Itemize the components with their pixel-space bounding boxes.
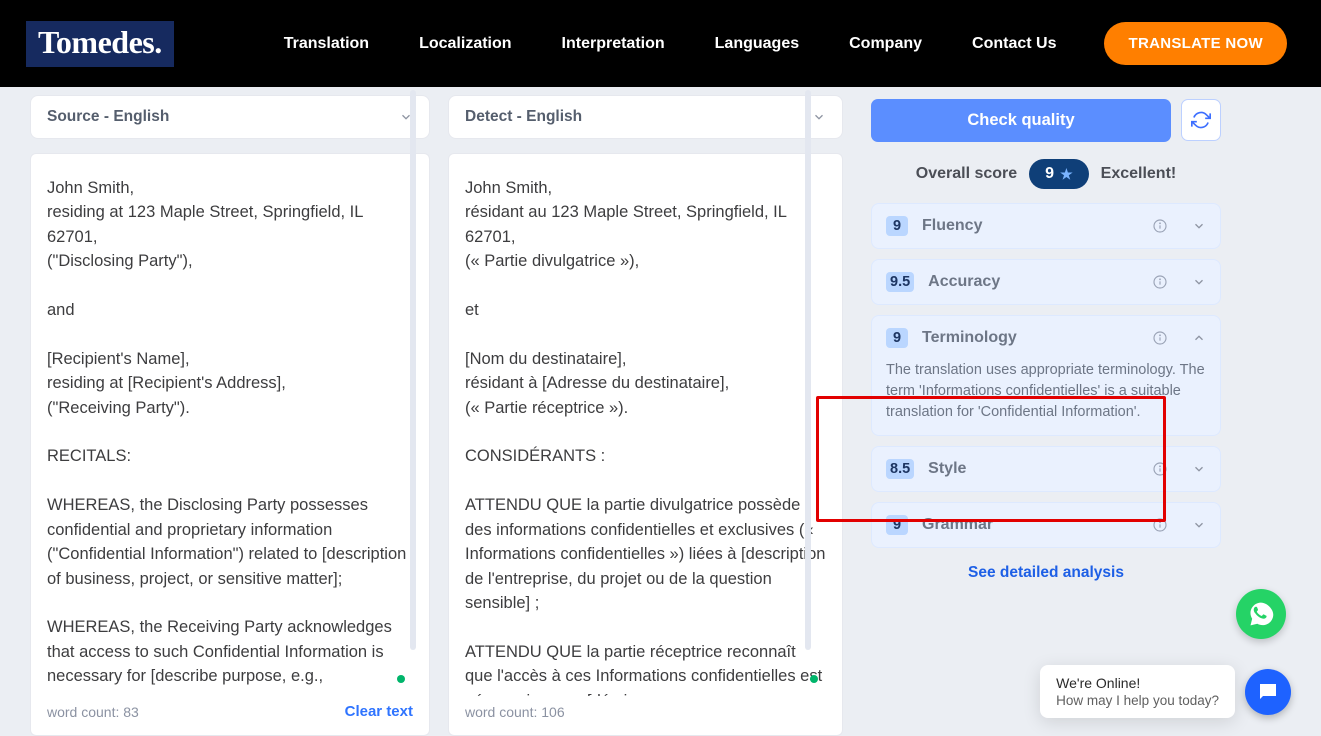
metric-terminology[interactable]: 9 Terminology The translation uses appro… (871, 315, 1221, 436)
chevron-down-icon[interactable] (1192, 518, 1206, 532)
target-textbox[interactable]: John Smith, résidant au 123 Maple Street… (448, 153, 843, 736)
chevron-down-icon[interactable] (1192, 275, 1206, 289)
metric-fluency[interactable]: 9 Fluency (871, 203, 1221, 249)
source-word-count: word count: 83 (47, 702, 139, 723)
metric-grammar[interactable]: 9 Grammar (871, 502, 1221, 548)
metric-score: 8.5 (886, 459, 914, 479)
info-icon[interactable] (1152, 330, 1168, 346)
status-dot-icon (810, 675, 818, 683)
overall-score-label: Overall score (916, 165, 1017, 183)
translate-now-button[interactable]: TRANSLATE NOW (1104, 22, 1286, 65)
divider-scroll-2 (805, 90, 811, 650)
refresh-button[interactable] (1181, 99, 1221, 141)
chevron-down-icon[interactable] (1192, 219, 1206, 233)
metric-name: Grammar (922, 516, 1138, 534)
status-dot-icon (397, 675, 405, 683)
chat-bubble[interactable]: We're Online! How may I help you today? (1040, 665, 1235, 718)
target-word-count: word count: 106 (465, 702, 565, 723)
overall-score-pill: 9 ★ (1029, 159, 1088, 189)
whatsapp-button[interactable] (1236, 589, 1286, 639)
info-icon[interactable] (1152, 517, 1168, 533)
source-language-label: Source - English (47, 108, 169, 126)
chevron-down-icon[interactable] (1192, 462, 1206, 476)
main-nav: Translation Localization Interpretation … (284, 35, 1057, 53)
source-text-content[interactable]: John Smith, residing at 123 Maple Street… (47, 176, 413, 696)
site-header: Tomedes. Translation Localization Interp… (0, 0, 1321, 87)
brand-logo[interactable]: Tomedes. (26, 21, 174, 67)
whatsapp-icon (1247, 600, 1275, 628)
overall-score-row: Overall score 9 ★ Excellent! (871, 159, 1221, 189)
info-icon[interactable] (1152, 218, 1168, 234)
source-column: Source - English John Smith, residing at… (30, 95, 430, 736)
target-text-content[interactable]: John Smith, résidant au 123 Maple Street… (465, 176, 826, 696)
chat-icon (1256, 680, 1280, 704)
chat-title: We're Online! (1056, 675, 1219, 691)
source-language-select[interactable]: Source - English (30, 95, 430, 139)
metric-accuracy[interactable]: 9.5 Accuracy (871, 259, 1221, 305)
check-quality-button[interactable]: Check quality (871, 99, 1171, 142)
chat-subtitle: How may I help you today? (1056, 693, 1219, 708)
nav-interpretation[interactable]: Interpretation (562, 35, 665, 53)
star-icon: ★ (1060, 166, 1073, 183)
nav-localization[interactable]: Localization (419, 35, 511, 53)
check-quality-row: Check quality (871, 99, 1221, 142)
target-footer: word count: 106 (465, 702, 826, 723)
chevron-up-icon[interactable] (1192, 331, 1206, 345)
metric-score: 9 (886, 216, 908, 236)
metric-name: Accuracy (928, 273, 1138, 291)
metric-score: 9 (886, 328, 908, 348)
chevron-down-icon (812, 110, 826, 124)
metric-body: The translation uses appropriate termino… (886, 360, 1206, 423)
nav-contact[interactable]: Contact Us (972, 35, 1056, 53)
divider-scroll-1 (410, 90, 416, 650)
metric-style[interactable]: 8.5 Style (871, 446, 1221, 492)
info-icon[interactable] (1152, 461, 1168, 477)
nav-translation[interactable]: Translation (284, 35, 369, 53)
source-textbox[interactable]: John Smith, residing at 123 Maple Street… (30, 153, 430, 736)
metric-name: Terminology (922, 329, 1138, 347)
metric-name: Style (928, 460, 1138, 478)
overall-score-value: 9 (1045, 165, 1054, 183)
see-detailed-analysis-link[interactable]: See detailed analysis (871, 564, 1221, 582)
metric-score: 9 (886, 515, 908, 535)
metrics-list: 9 Fluency 9.5 Accuracy 9 Terminology (871, 203, 1221, 548)
metric-score: 9.5 (886, 272, 914, 292)
main-area: Source - English John Smith, residing at… (0, 87, 1321, 736)
source-footer: word count: 83 Clear text (47, 701, 413, 723)
chat-open-button[interactable] (1245, 669, 1291, 715)
overall-score-text: Excellent! (1101, 165, 1177, 183)
clear-text-button[interactable]: Clear text (345, 701, 413, 723)
info-icon[interactable] (1152, 274, 1168, 290)
refresh-icon (1191, 110, 1211, 130)
nav-languages[interactable]: Languages (715, 35, 799, 53)
nav-company[interactable]: Company (849, 35, 922, 53)
target-column: Detect - English John Smith, résidant au… (448, 95, 843, 736)
target-language-label: Detect - English (465, 108, 582, 126)
metric-name: Fluency (922, 217, 1138, 235)
quality-panel: Check quality Overall score 9 ★ Excellen… (871, 99, 1221, 736)
chat-widget: We're Online! How may I help you today? (1040, 665, 1291, 718)
target-language-select[interactable]: Detect - English (448, 95, 843, 139)
